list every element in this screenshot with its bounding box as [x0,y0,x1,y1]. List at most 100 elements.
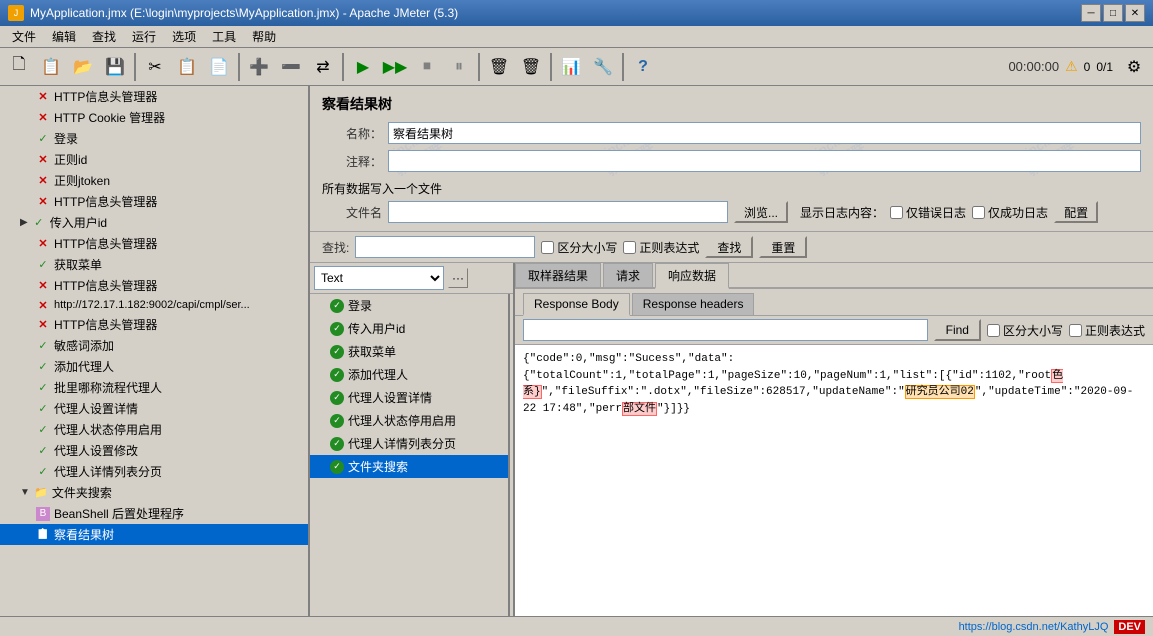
maximize-button[interactable]: □ [1103,4,1123,22]
tree-item-agent-edit[interactable]: ✓ 代理人设置修改 [0,440,308,461]
report-button[interactable]: 📊 [556,52,586,82]
tree-item-agent-list[interactable]: ✓ 代理人详情列表分页 [0,461,308,482]
search-input[interactable] [355,236,535,258]
config-button[interactable]: 配置 [1054,201,1098,223]
tree-item-agent-detail[interactable]: ✓ 代理人设置详情 [0,398,308,419]
batch-agent-icon: ✓ [36,381,50,395]
tree-item-label: 正则id [54,151,87,168]
remote-settings-button[interactable]: ⚙ [1119,52,1149,82]
tab-request[interactable]: 请求 [603,263,653,287]
tab-response-data[interactable]: 响应数据 [655,263,729,289]
success-log-checkbox[interactable] [972,206,985,219]
menu-find[interactable]: 查找 [84,26,124,47]
menu-options[interactable]: 选项 [164,26,204,47]
tree-item-batch-agent[interactable]: ✓ 批里哪称流程代理人 [0,377,308,398]
tree-item-beanshell[interactable]: B BeanShell 后置处理程序 [0,503,308,524]
menu-help[interactable]: 帮助 [244,26,284,47]
menu-edit[interactable]: 编辑 [44,26,84,47]
result-item-get-menu[interactable]: ✓ 获取菜单 [310,340,508,363]
stop-button[interactable]: ⏹ [412,52,442,82]
case-sensitive-response-checkbox[interactable] [987,324,1000,337]
get-menu-icon: ✓ [36,258,50,272]
tree-item-get-menu[interactable]: ✓ 获取菜单 [0,254,308,275]
tree-item-http-header-2[interactable]: ✕ HTTP信息头管理器 [0,191,308,212]
format-select[interactable]: Text JSON XML HTML [314,266,444,290]
separator-4 [478,53,480,81]
start-button[interactable]: ▶ [348,52,378,82]
tree-item-regex-id[interactable]: ✕ 正则id [0,149,308,170]
menu-file[interactable]: 文件 [4,26,44,47]
clear-all-button[interactable]: 🗑 [516,52,546,82]
tree-item-http-header-4[interactable]: ✕ HTTP信息头管理器 [0,275,308,296]
tree-item-label: 登录 [54,130,78,147]
copy-button[interactable]: 📋 [172,52,202,82]
tree-item-http-header-1[interactable]: ✕ HTTP信息头管理器 [0,86,308,107]
result-item-folder-search[interactable]: ✓ 文件夹搜索 [310,455,508,478]
start-no-pause-button[interactable]: ▶▶ [380,52,410,82]
http-url-icon: ✕ [36,298,50,312]
save-button[interactable]: 💾 [100,52,130,82]
folder-icon: 📁 [34,486,48,500]
result-item-agent-settings[interactable]: ✓ 代理人设置详情 [310,386,508,409]
app-icon: J [8,5,24,21]
result-item-add-agent[interactable]: ✓ 添加代理人 [310,363,508,386]
tree-item-http-header-5[interactable]: ✕ HTTP信息头管理器 [0,314,308,335]
reset-button[interactable]: 重置 [759,236,807,258]
comment-input[interactable] [388,150,1141,172]
tree-item-sensitive[interactable]: ✓ 敏感词添加 [0,335,308,356]
dot-button[interactable]: ··· [448,268,468,288]
file-input[interactable] [388,201,728,223]
error-log-checkbox[interactable] [890,206,903,219]
browse-button[interactable]: 浏览... [734,201,788,223]
result-item-label: 传入用户id [348,320,405,337]
search-button[interactable]: 查找 [705,236,753,258]
tab-sampler-result[interactable]: 取样器结果 [515,263,601,287]
response-toolbar: Find 区分大小写 正则表达式 [515,316,1153,345]
result-item-agent-page[interactable]: ✓ 代理人详情列表分页 [310,432,508,455]
cut-button[interactable]: ✂ [140,52,170,82]
result-item-label: 代理人详情列表分页 [348,435,456,452]
result-item-login[interactable]: ✓ 登录 [310,294,508,317]
help-button[interactable]: ? [628,52,658,82]
response-search-input[interactable] [523,319,928,341]
tree-item-regex-jtoken[interactable]: ✕ 正则jtoken [0,170,308,191]
tree-item-agent-status[interactable]: ✓ 代理人状态停用启用 [0,419,308,440]
remote-button[interactable]: 🔧 [588,52,618,82]
new-button[interactable]: 🗋 [4,52,34,82]
tree-item-result-tree[interactable]: 📋 察看结果树 [0,524,308,545]
tree-item-http-url[interactable]: ✕ http://172.17.1.182:9002/capi/cmpl/ser… [0,296,308,314]
response-tab-headers[interactable]: Response headers [632,293,755,315]
response-body-close: "}]}} [657,403,690,415]
minimize-button[interactable]: ─ [1081,4,1101,22]
regex-search-checkbox[interactable] [623,241,636,254]
response-tab-body[interactable]: Response Body [523,293,630,316]
name-input[interactable] [388,122,1141,144]
collapse-button[interactable]: ➖ [276,52,306,82]
tree-item-login[interactable]: ✓ 登录 [0,128,308,149]
clear-button[interactable]: 🗑 [484,52,514,82]
paste-button[interactable]: 📄 [204,52,234,82]
tree-item-label: HTTP信息头管理器 [54,316,157,333]
menu-tools[interactable]: 工具 [204,26,244,47]
menu-run[interactable]: 运行 [124,26,164,47]
find-button[interactable]: Find [934,319,981,341]
toggle-button[interactable]: ⇄ [308,52,338,82]
tree-item-add-agent[interactable]: ✓ 添加代理人 [0,356,308,377]
tree-item-user-id[interactable]: ▶ ✓ 传入用户id [0,212,308,233]
case-sensitive-checkbox[interactable] [541,241,554,254]
tree-item-http-header-3[interactable]: ✕ HTTP信息头管理器 [0,233,308,254]
open-button[interactable]: 📂 [68,52,98,82]
result-item-agent-toggle[interactable]: ✓ 代理人状态停用启用 [310,409,508,432]
result-item-user-id[interactable]: ✓ 传入用户id [310,317,508,340]
panel-header: 察看结果树 名称： 注释： 所有数据写入一个文件 文件名 浏览... 显 [310,86,1153,232]
regex-response-text: 正则表达式 [1085,322,1145,339]
close-button[interactable]: ✕ [1125,4,1145,22]
regex-response-checkbox[interactable] [1069,324,1082,337]
separator-1 [134,53,136,81]
shutdown-button[interactable]: ⏸ [444,52,474,82]
template-button[interactable]: 📋 [36,52,66,82]
detail-panel: 取样器结果 请求 响应数据 Response Body [515,263,1153,616]
expand-button[interactable]: ➕ [244,52,274,82]
tree-item-folder-search[interactable]: ▼ 📁 文件夹搜索 [0,482,308,503]
tree-item-cookie-manager[interactable]: ✕ HTTP Cookie 管理器 [0,107,308,128]
